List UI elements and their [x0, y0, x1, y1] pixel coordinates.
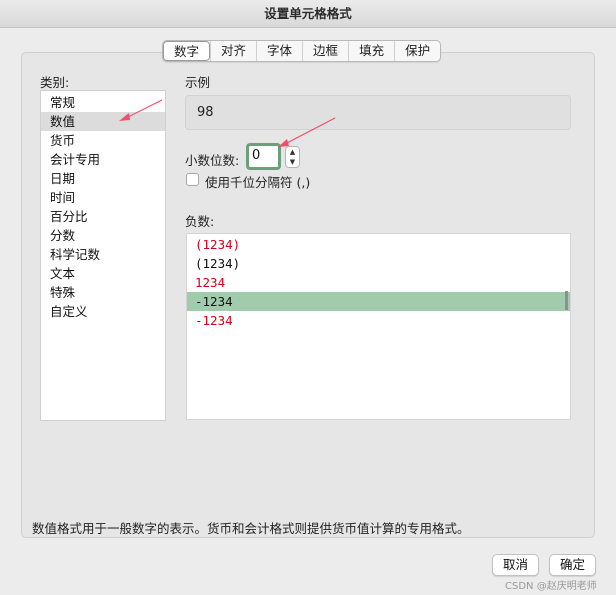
- decimal-places-label: 小数位数:: [185, 153, 240, 168]
- thousands-separator-checkbox[interactable]: [186, 173, 199, 186]
- cancel-button[interactable]: 取消: [492, 554, 539, 576]
- category-item-time[interactable]: 时间: [41, 188, 165, 207]
- tab-number[interactable]: 数字: [163, 41, 211, 61]
- sample-label: 示例: [185, 75, 211, 90]
- negative-option-parentheses[interactable]: (1234): [187, 254, 570, 273]
- watermark: CSDN @赵庆明老师: [505, 581, 597, 592]
- tab-fill[interactable]: 填充: [348, 41, 394, 61]
- tab-alignment[interactable]: 对齐: [210, 41, 256, 61]
- category-item-custom[interactable]: 自定义: [41, 302, 165, 321]
- category-item-currency[interactable]: 货币: [41, 131, 165, 150]
- negative-numbers-list[interactable]: (1234) (1234) 1234 -1234 -1234: [186, 233, 571, 420]
- negative-option-minus[interactable]: -1234: [187, 292, 570, 311]
- decimal-places-stepper[interactable]: ▲ ▼: [285, 146, 300, 168]
- category-item-percentage[interactable]: 百分比: [41, 207, 165, 226]
- category-item-scientific[interactable]: 科学记数: [41, 245, 165, 264]
- tab-bar: 数字 对齐 字体 边框 填充 保护: [162, 40, 442, 62]
- tab-font[interactable]: 字体: [256, 41, 302, 61]
- tab-border[interactable]: 边框: [302, 41, 348, 61]
- chevron-up-icon[interactable]: ▲: [286, 147, 299, 157]
- format-description: 数值格式用于一般数字的表示。货币和会计格式则提供货币值计算的专用格式。: [32, 521, 470, 536]
- list-scroll-indicator: [565, 291, 568, 310]
- category-list[interactable]: 常规 数值 货币 会计专用 日期 时间 百分比 分数 科学记数 文本 特殊 自定…: [40, 90, 166, 421]
- thousands-separator-label: 使用千位分隔符 (,): [205, 175, 311, 190]
- category-label: 类别:: [40, 75, 70, 90]
- category-item-text[interactable]: 文本: [41, 264, 165, 283]
- negative-option-red[interactable]: 1234: [187, 273, 570, 292]
- category-item-general[interactable]: 常规: [41, 93, 165, 112]
- sample-value: 98: [185, 95, 571, 130]
- decimal-places-input[interactable]: 0: [246, 143, 281, 170]
- negative-option-red-minus[interactable]: -1234: [187, 311, 570, 330]
- category-item-number[interactable]: 数值: [41, 112, 165, 131]
- category-item-special[interactable]: 特殊: [41, 283, 165, 302]
- category-item-date[interactable]: 日期: [41, 169, 165, 188]
- tab-protection[interactable]: 保护: [394, 41, 440, 61]
- category-item-fraction[interactable]: 分数: [41, 226, 165, 245]
- negative-option-red-parentheses[interactable]: (1234): [187, 235, 570, 254]
- window-title: 设置单元格格式: [0, 0, 616, 28]
- chevron-down-icon[interactable]: ▼: [286, 157, 299, 167]
- category-item-accounting[interactable]: 会计专用: [41, 150, 165, 169]
- ok-button[interactable]: 确定: [549, 554, 596, 576]
- negative-numbers-label: 负数:: [185, 214, 215, 229]
